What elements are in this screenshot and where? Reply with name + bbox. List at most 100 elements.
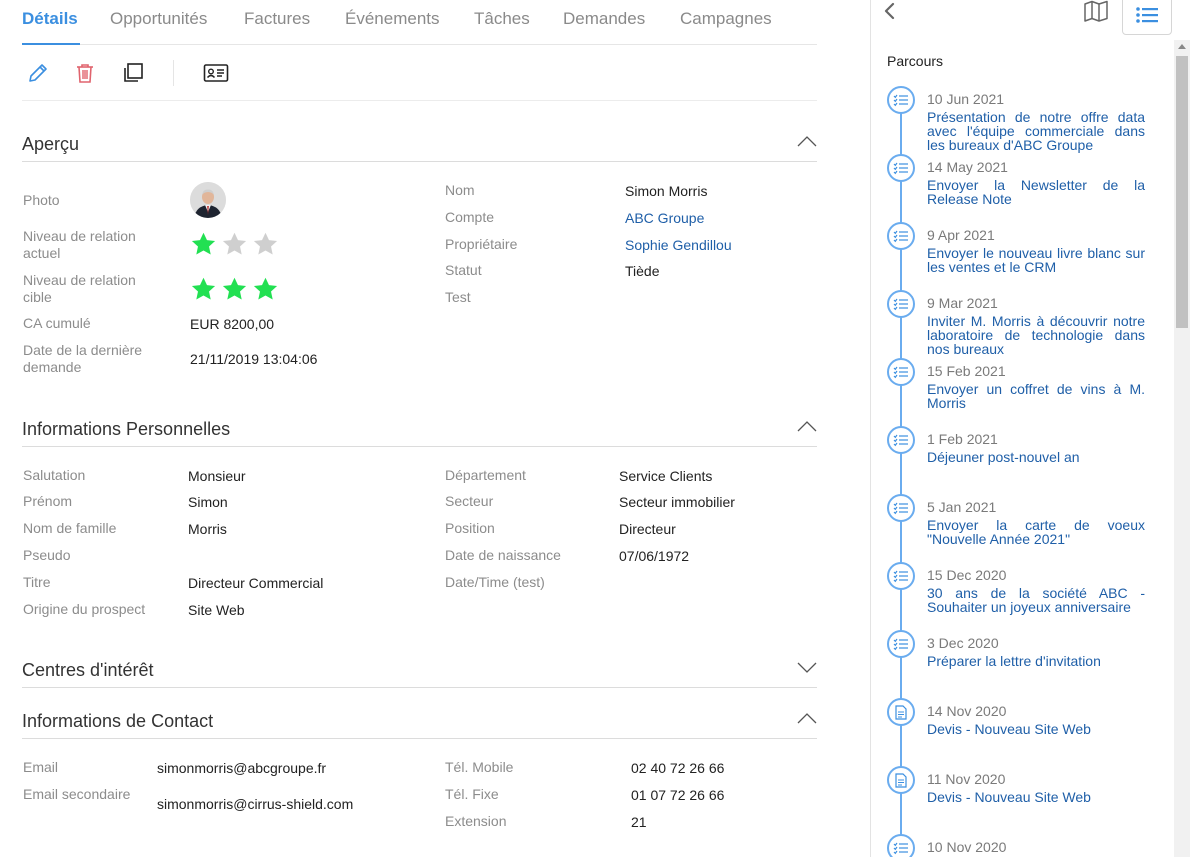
edit-button[interactable] bbox=[25, 60, 51, 86]
tab-taches[interactable]: Tâches bbox=[474, 9, 530, 29]
delete-button[interactable] bbox=[72, 60, 98, 86]
section-apercu-header[interactable]: Aperçu bbox=[22, 120, 817, 162]
task-list-icon bbox=[887, 494, 915, 522]
prenom-label: Prénom bbox=[23, 493, 73, 509]
mobile-value: 02 40 72 26 66 bbox=[631, 760, 725, 776]
tab-campagnes[interactable]: Campagnes bbox=[680, 9, 772, 29]
tab-details[interactable]: Détails bbox=[22, 9, 80, 45]
extension-label: Extension bbox=[445, 813, 507, 829]
duplicate-button[interactable] bbox=[120, 60, 146, 86]
map-icon[interactable] bbox=[1083, 0, 1111, 22]
position-value: Directeur bbox=[619, 521, 676, 537]
timeline-activity-link[interactable]: Devis - Nouveau Site Web bbox=[927, 790, 1145, 804]
compte-label: Compte bbox=[445, 209, 495, 225]
tab-opportunites[interactable]: Opportunités bbox=[110, 9, 207, 29]
task-list-icon bbox=[887, 562, 915, 590]
timeline-activity-link[interactable]: Déjeuner post-nouvel an bbox=[927, 450, 1145, 464]
naissance-value: 07/06/1972 bbox=[619, 548, 690, 564]
timeline-activity-link[interactable]: Présentation de notre offre data avec l'… bbox=[927, 110, 1145, 152]
timeline-activity-link[interactable]: 30 ans de la société ABC - Souhaiter un … bbox=[927, 586, 1145, 614]
task-list-icon bbox=[887, 86, 915, 114]
list-icon bbox=[1136, 6, 1158, 23]
secteur-value: Secteur immobilier bbox=[619, 494, 735, 510]
tab-demandes[interactable]: Demandes bbox=[563, 9, 645, 29]
salutation-value: Monsieur bbox=[188, 468, 246, 484]
toolbar-divider bbox=[173, 60, 174, 86]
person-photo-icon bbox=[190, 182, 226, 218]
star-filled-icon bbox=[191, 232, 216, 255]
chevron-down-icon bbox=[797, 662, 817, 673]
fixe-value: 01 07 72 26 66 bbox=[631, 787, 725, 803]
scroll-up-arrow[interactable] bbox=[1178, 44, 1186, 49]
star-filled-icon bbox=[191, 277, 216, 300]
datetime-label: Date/Time (test) bbox=[445, 574, 545, 590]
tab-evenements[interactable]: Événements bbox=[345, 9, 440, 29]
niveau-cible-label: Niveau de relation cible bbox=[23, 272, 136, 305]
section-contact-title: Informations de Contact bbox=[22, 711, 214, 731]
timeline-activity-link[interactable]: Préparer la lettre d'invitation bbox=[927, 654, 1145, 668]
parcours-panel: Parcours 10 Jun 2021 Présentation de notr… bbox=[870, 0, 1191, 857]
timeline-line bbox=[900, 100, 902, 857]
timeline-activity-link[interactable]: Envoyer le nouveau livre blanc sur les v… bbox=[927, 246, 1145, 274]
extension-value: 21 bbox=[631, 814, 647, 830]
tab-bar: Détails Opportunités Factures Événements… bbox=[22, 0, 817, 45]
compte-link[interactable]: ABC Groupe bbox=[625, 210, 704, 227]
tab-factures[interactable]: Factures bbox=[244, 9, 310, 29]
timeline-date: 14 May 2021 bbox=[927, 159, 1008, 175]
email-value[interactable]: simonmorris@abcgroupe.fr bbox=[157, 760, 326, 777]
niveau-actuel-label: Niveau de relation actuel bbox=[23, 228, 136, 261]
avatar bbox=[190, 182, 226, 218]
task-list-icon bbox=[887, 154, 915, 182]
document-icon bbox=[887, 698, 915, 726]
salutation-label: Salutation bbox=[23, 467, 86, 483]
departement-value: Service Clients bbox=[619, 468, 713, 484]
section-apercu-title: Aperçu bbox=[22, 134, 80, 154]
scrollbar[interactable] bbox=[1174, 40, 1190, 857]
contact-card-button[interactable] bbox=[203, 60, 229, 86]
statut-label: Statut bbox=[445, 262, 482, 278]
id-card-icon bbox=[203, 64, 229, 82]
niveau-actuel-rating bbox=[190, 231, 279, 258]
timeline-activity-link[interactable]: Inviter M. Morris à découvrir notre labo… bbox=[927, 314, 1145, 356]
origine-label: Origine du prospect bbox=[23, 601, 146, 617]
scrollbar-thumb[interactable] bbox=[1176, 56, 1188, 328]
section-contact-header[interactable]: Informations de Contact bbox=[22, 697, 817, 739]
section-perso-header[interactable]: Informations Personnelles bbox=[22, 405, 817, 447]
photo-label: Photo bbox=[23, 192, 60, 208]
naissance-label: Date de naissance bbox=[445, 547, 561, 563]
chevron-up-icon bbox=[797, 713, 817, 724]
timeline-activity-link[interactable]: Envoyer la carte de voeux "Nouvelle Anné… bbox=[927, 518, 1145, 546]
derniere-demande-label: Date de la dernière demande bbox=[23, 342, 143, 375]
timeline-date: 9 Mar 2021 bbox=[927, 295, 998, 311]
section-interets-title: Centres d'intérêt bbox=[22, 660, 154, 680]
timeline-activity-link[interactable]: Envoyer un coffret de vins à M. Morris bbox=[927, 382, 1145, 410]
trash-icon bbox=[77, 64, 93, 83]
record-toolbar bbox=[22, 46, 817, 101]
timeline-activity-link[interactable]: Devis - Nouveau Site Web bbox=[927, 722, 1145, 736]
timeline-date: 1 Feb 2021 bbox=[927, 431, 998, 447]
ca-label: CA cumulé bbox=[23, 315, 91, 331]
section-perso-title: Informations Personnelles bbox=[22, 419, 231, 439]
niveau-cible-rating bbox=[190, 276, 279, 303]
nom-value: Simon Morris bbox=[625, 183, 708, 199]
proprietaire-link[interactable]: Sophie Gendillou bbox=[625, 237, 732, 254]
task-list-icon bbox=[887, 290, 915, 318]
ca-value: EUR 8200,00 bbox=[190, 316, 275, 332]
section-interets-header[interactable]: Centres d'intérêt bbox=[22, 646, 817, 688]
timeline-date: 3 Dec 2020 bbox=[927, 635, 999, 651]
prenom-value: Simon bbox=[188, 494, 228, 510]
list-view-button[interactable] bbox=[1122, 0, 1172, 35]
timeline-date: 11 Nov 2020 bbox=[927, 771, 1006, 787]
email2-value[interactable]: simonmorris@cirrus-shield.com bbox=[157, 796, 353, 813]
timeline-date: 10 Jun 2021 bbox=[927, 91, 1005, 107]
parcours-title: Parcours bbox=[887, 53, 944, 69]
back-chevron-icon[interactable] bbox=[881, 2, 899, 20]
origine-value: Site Web bbox=[188, 602, 245, 618]
titre-value: Directeur Commercial bbox=[188, 575, 324, 591]
chevron-up-icon bbox=[797, 421, 817, 432]
secteur-label: Secteur bbox=[445, 493, 494, 509]
mobile-label: Tél. Mobile bbox=[445, 759, 514, 775]
task-list-icon bbox=[887, 358, 915, 386]
derniere-demande-value: 21/11/2019 13:04:06 bbox=[190, 351, 318, 367]
timeline-activity-link[interactable]: Envoyer la Newsletter de la Release Note bbox=[927, 178, 1145, 206]
